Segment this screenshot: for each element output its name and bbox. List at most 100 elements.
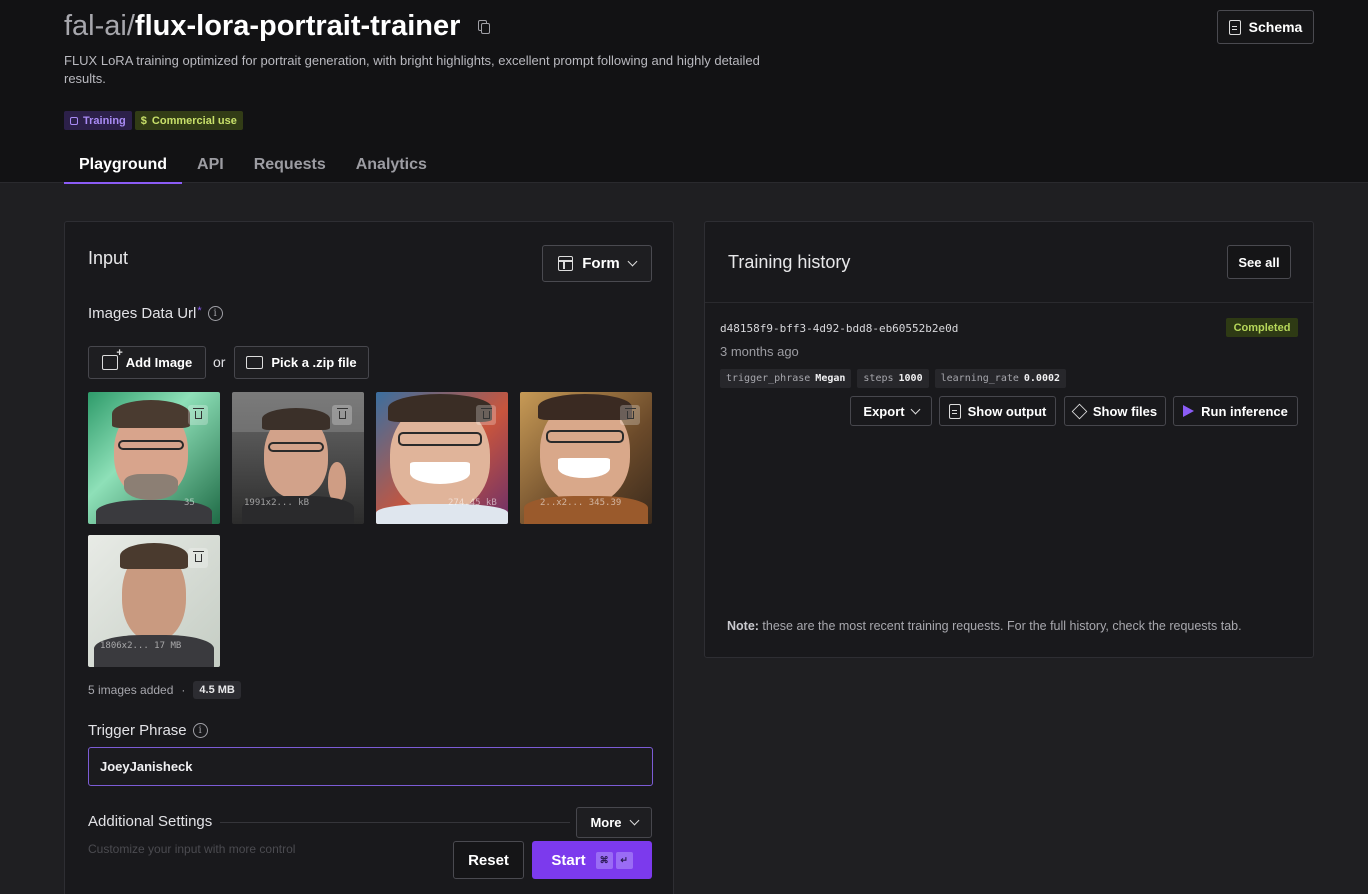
folder-icon (246, 356, 264, 369)
training-badge: Training (64, 111, 132, 130)
pick-zip-button[interactable]: Pick a .zip file (234, 346, 369, 379)
run-inference-button[interactable]: Run inference (1173, 396, 1298, 426)
show-output-button[interactable]: Show output (939, 396, 1056, 426)
image-meta: 35 (184, 498, 195, 508)
schema-label: Schema (1248, 19, 1303, 35)
training-badge-label: Training (83, 114, 126, 127)
see-all-button[interactable]: See all (1227, 245, 1291, 279)
param-key: steps (863, 373, 894, 384)
tab-api[interactable]: API (182, 146, 239, 184)
total-size-badge: 4.5 MB (193, 681, 241, 699)
reset-button[interactable]: Reset (453, 841, 524, 879)
start-label: Start (551, 851, 586, 869)
schema-button[interactable]: Schema (1217, 10, 1314, 44)
request-id[interactable]: d48158f9-bff3-4d92-bdd8-eb60552b2e0d (720, 322, 958, 335)
image-thumbnail[interactable]: 2..x2... 345.39 (520, 392, 652, 524)
image-thumbnail[interactable]: 1991x2... kB (232, 392, 364, 524)
param-key: trigger_phrase (726, 373, 811, 384)
image-meta: 274.45 kB (448, 498, 497, 508)
export-dropdown[interactable]: Export (850, 396, 932, 426)
trigger-phrase-label-text: Trigger Phrase (88, 722, 187, 739)
images-label-text: Images Data Url (88, 305, 197, 322)
delete-image-icon[interactable] (188, 548, 208, 568)
play-icon (1183, 405, 1195, 417)
images-label: Images Data Url * i (88, 305, 223, 322)
add-image-button[interactable]: Add Image (88, 346, 206, 379)
image-count: 5 images added · 4.5 MB (88, 681, 241, 699)
input-panel: Input Form Images Data Url * i Add Image… (64, 221, 674, 894)
input-title: Input (88, 248, 129, 268)
show-files-label: Show files (1092, 403, 1158, 419)
separator-dot: · (181, 683, 186, 697)
form-mode-label: Form (582, 255, 620, 272)
page-header: fal-ai/ flux-lora-portrait-trainer FLUX … (0, 0, 1368, 184)
param-key: learning_rate (940, 373, 1019, 384)
note-label: Note: (727, 619, 759, 633)
commercial-use-badge: $ Commercial use (134, 111, 243, 130)
param-chip: trigger_phrase Megan (720, 369, 852, 388)
model-org: fal-ai/ (64, 10, 135, 42)
or-text: or (213, 354, 226, 370)
divider (220, 822, 570, 823)
form-mode-dropdown[interactable]: Form (542, 245, 652, 282)
add-image-label: Add Image (125, 355, 193, 370)
delete-image-icon[interactable] (476, 405, 496, 425)
layout-icon (558, 256, 574, 271)
schema-icon (1228, 19, 1241, 35)
chevron-down-icon (910, 404, 921, 414)
file-code-icon (948, 403, 961, 419)
param-value: 0.0002 (1023, 373, 1061, 384)
image-meta: 1806x2... 17 MB (100, 641, 182, 651)
settings-hint: Customize your input with more control (88, 842, 296, 856)
model-title: fal-ai/ flux-lora-portrait-trainer (64, 10, 492, 43)
commercial-badge-label: Commercial use (151, 114, 237, 127)
image-thumbnail[interactable]: 35 (88, 392, 220, 524)
history-note: Note: these are the most recent training… (727, 619, 1242, 633)
show-output-label: Show output (967, 403, 1047, 419)
info-icon[interactable]: i (192, 723, 208, 738)
trigger-phrase-input[interactable]: JoeyJanisheck (88, 747, 653, 786)
training-icon (70, 116, 78, 125)
image-thumbnail[interactable]: 1806x2... 17 MB (88, 535, 220, 667)
image-meta: 1991x2... kB (244, 498, 310, 508)
divider (705, 302, 1313, 303)
timestamp: 3 months ago (720, 344, 799, 359)
model-description: FLUX LoRA training optimized for portrai… (64, 53, 760, 86)
param-chip: steps 1000 (857, 369, 929, 388)
more-label: More (590, 815, 622, 830)
start-button[interactable]: Start ⌘ ↵ (532, 841, 652, 879)
package-icon (1071, 403, 1088, 419)
export-label: Export (863, 403, 905, 419)
delete-image-icon[interactable] (188, 405, 208, 425)
chevron-down-icon (629, 815, 639, 826)
tab-bar: Playground API Requests Analytics (64, 146, 442, 184)
training-history-panel: Training history See all d48158f9-bff3-4… (704, 221, 1314, 658)
add-image-icon (101, 347, 123, 370)
info-icon[interactable]: i (207, 306, 223, 321)
param-value: 1000 (898, 373, 923, 384)
image-thumbnail[interactable]: 274.45 kB (376, 392, 508, 524)
tab-analytics[interactable]: Analytics (341, 146, 442, 184)
status-badge: Completed (1226, 318, 1298, 337)
additional-settings-label: Additional Settings (88, 813, 213, 830)
run-inference-label: Run inference (1201, 403, 1288, 419)
image-count-text: 5 images added (88, 683, 174, 697)
pick-zip-label: Pick a .zip file (271, 355, 357, 370)
tab-requests[interactable]: Requests (239, 146, 341, 184)
delete-image-icon[interactable] (620, 405, 640, 425)
param-chip: learning_rate 0.0002 (934, 369, 1067, 388)
enter-key-icon: ↵ (615, 851, 633, 869)
copy-icon[interactable] (476, 19, 492, 35)
show-files-button[interactable]: Show files (1064, 396, 1166, 426)
more-settings-dropdown[interactable]: More (576, 807, 652, 838)
tab-playground[interactable]: Playground (64, 146, 183, 184)
param-value: Megan (815, 373, 846, 384)
trigger-phrase-label: Trigger Phrase i (88, 722, 208, 739)
command-key-icon: ⌘ (595, 851, 613, 869)
model-name: flux-lora-portrait-trainer (134, 10, 461, 42)
delete-image-icon[interactable] (332, 405, 352, 425)
chevron-down-icon (627, 256, 638, 267)
param-chips: trigger_phrase Megan steps 1000 learning… (720, 369, 1067, 388)
dollar-icon: $ (140, 114, 147, 127)
note-text: these are the most recent training reque… (758, 619, 1242, 633)
